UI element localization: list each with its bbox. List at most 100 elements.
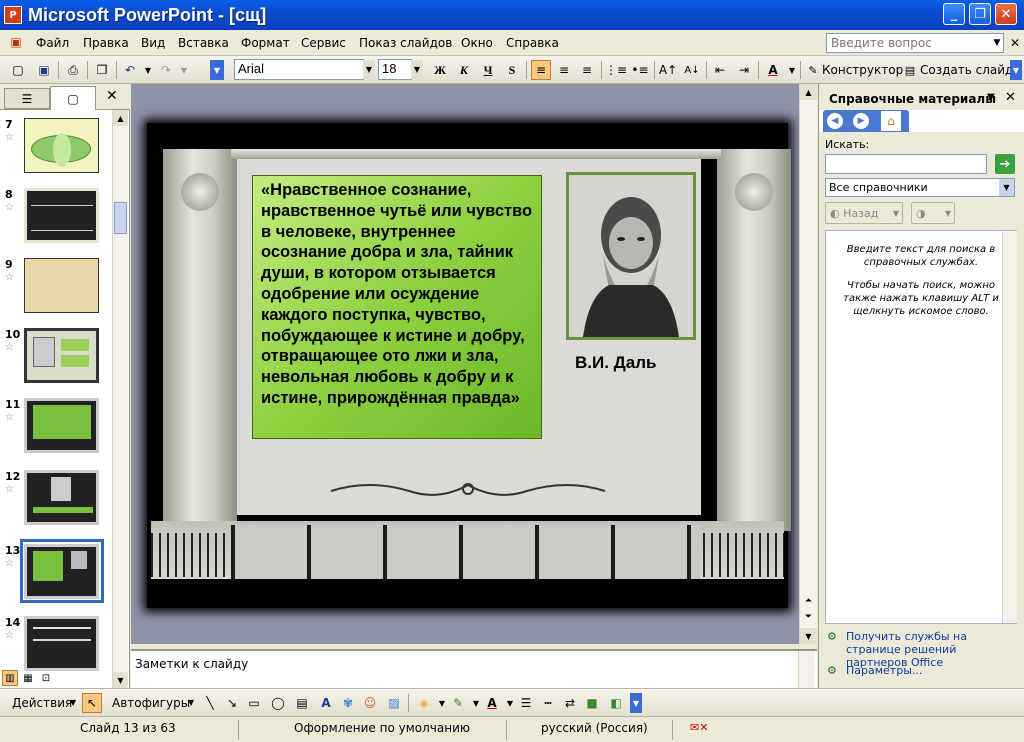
font-name-dropdown-icon[interactable]: ▼ [363, 60, 375, 79]
italic-button[interactable]: К [454, 60, 474, 80]
wordart-icon[interactable]: A [316, 693, 336, 713]
align-center-icon[interactable]: ≡ [554, 60, 574, 80]
start-search-icon[interactable]: ➔ [995, 154, 1015, 174]
tab-slides[interactable]: ▢ [50, 86, 96, 110]
align-left-icon[interactable]: ≡ [531, 60, 551, 80]
research-search-input[interactable] [825, 154, 987, 174]
forward-nav-icon[interactable]: ▶ [853, 113, 869, 129]
slideshow-icon[interactable]: ⊡ [38, 670, 54, 686]
notes-scrollbar[interactable] [798, 651, 815, 689]
menu-view[interactable]: Вид [141, 36, 165, 50]
slide-thumb-11[interactable]: 11 ☆ [0, 398, 112, 468]
redo-dropdown-icon[interactable]: ▼ [174, 60, 194, 80]
bullets-icon[interactable]: •≡ [630, 60, 650, 80]
scroll-down-icon[interactable]: ▼ [800, 628, 817, 644]
toolbar-options-icon[interactable]: ▼ [210, 60, 224, 80]
slide-thumb-10[interactable]: 10 ☆ [0, 328, 112, 398]
slide-thumb-8[interactable]: 8 ☆ [0, 188, 112, 258]
taskpane-close-icon[interactable]: ✕ [1005, 90, 1016, 105]
picture-icon[interactable]: ▨ [384, 693, 404, 713]
back-nav-icon[interactable]: ◀ [827, 113, 843, 129]
fill-color-icon[interactable]: ◈ [414, 693, 434, 713]
previous-slide-icon[interactable]: ⏶ [800, 594, 817, 608]
powerpoint-app-icon[interactable]: P [4, 6, 22, 24]
draw-font-color-icon[interactable]: A [482, 693, 502, 713]
menu-file[interactable]: Файл [36, 36, 69, 50]
new-icon[interactable]: ▢ [8, 60, 28, 80]
status-language[interactable]: русский (Россия) [541, 721, 648, 735]
redo-icon[interactable]: ↷ [156, 60, 176, 80]
font-size-select[interactable]: 18 [378, 59, 412, 80]
slide-scrollbar[interactable]: ▲ ⏶ ⏷ ▼ [799, 84, 817, 644]
actions-menu[interactable]: Действия [12, 696, 72, 710]
spelling-status-icon[interactable]: ✉✕ [690, 721, 708, 734]
close-pane-icon[interactable]: ✕ [106, 88, 118, 104]
menu-insert[interactable]: Вставка [178, 36, 229, 50]
slide-thumb-13[interactable]: 13 ☆ [0, 544, 112, 614]
decrease-indent-icon[interactable]: ⇤ [710, 60, 730, 80]
clipart-icon[interactable]: ☺ [360, 693, 380, 713]
maximize-button[interactable]: ❐ [969, 3, 991, 25]
decrease-font-icon[interactable]: A↓ [682, 60, 702, 80]
diagram-icon[interactable]: ✾ [338, 693, 358, 713]
reference-source-select[interactable]: Все справочники [825, 178, 1015, 197]
underline-button[interactable]: Ч [478, 60, 498, 80]
ask-dropdown-icon[interactable]: ▼ [990, 34, 1004, 52]
3d-style-icon[interactable]: ◧ [606, 693, 626, 713]
menu-help[interactable]: Справка [506, 36, 559, 50]
close-button[interactable]: ✕ [995, 3, 1017, 25]
source-dropdown-icon[interactable]: ▼ [999, 179, 1014, 196]
textbox-icon[interactable]: ▤ [292, 693, 312, 713]
document-icon[interactable]: ▣ [6, 32, 26, 52]
slides-scrollbar[interactable]: ▲ ▼ [112, 110, 128, 688]
print-icon[interactable]: ⎙ [63, 60, 83, 80]
shadow-style-icon[interactable]: ■ [582, 693, 602, 713]
menu-slideshow[interactable]: Показ слайдов [359, 36, 452, 50]
designer-button[interactable]: Конструктор [822, 63, 903, 77]
minimize-button[interactable]: _ [943, 3, 965, 25]
font-color-icon[interactable]: A [763, 60, 783, 80]
line-color-icon[interactable]: ✎ [448, 693, 468, 713]
autoshapes-menu[interactable]: Автофигуры [112, 696, 190, 710]
undo-dropdown-icon[interactable]: ▼ [138, 60, 158, 80]
menu-window[interactable]: Окно [461, 36, 493, 50]
select-pointer-icon[interactable]: ↖ [82, 693, 102, 713]
slide-thumb-9[interactable]: 9 ☆ [0, 258, 112, 328]
drawbar-options-icon[interactable]: ▼ [630, 693, 642, 713]
close-doc-icon[interactable]: ✕ [1010, 36, 1020, 50]
line-icon[interactable]: ╲ [200, 693, 220, 713]
dash-style-icon[interactable]: ┅ [538, 693, 558, 713]
toolbar-options-icon-2[interactable]: ▼ [1010, 60, 1022, 80]
next-slide-icon[interactable]: ⏷ [800, 610, 817, 624]
font-color-dropdown-icon[interactable]: ▼ [782, 60, 802, 80]
tab-outline[interactable]: ☰ [4, 88, 50, 109]
line-style-icon[interactable]: ☰ [516, 693, 536, 713]
new-slide-icon[interactable]: ▤ [900, 60, 920, 80]
align-right-icon[interactable]: ≡ [577, 60, 597, 80]
author-caption[interactable]: В.И. Даль [575, 353, 656, 373]
quote-textbox[interactable]: «Нравственное сознание, нравственное чут… [252, 175, 542, 439]
back-button[interactable]: ◐ Назад ▼ [825, 202, 903, 224]
menu-tools[interactable]: Сервис [301, 36, 346, 50]
copy-icon[interactable]: ❐ [92, 60, 112, 80]
forward-button[interactable]: ◑ ▼ [911, 202, 955, 224]
scroll-up-icon[interactable]: ▲ [800, 84, 817, 100]
font-size-dropdown-icon[interactable]: ▼ [411, 60, 423, 79]
arrow-style-icon[interactable]: ⇄ [560, 693, 580, 713]
ask-question-input[interactable]: Введите вопрос [826, 33, 1004, 53]
results-scrollbar[interactable] [1002, 231, 1017, 623]
scroll-down-icon[interactable]: ▼ [113, 672, 128, 688]
menu-edit[interactable]: Правка [83, 36, 129, 50]
taskpane-menu-icon[interactable]: ▼ [987, 92, 995, 103]
scroll-up-icon[interactable]: ▲ [113, 110, 128, 126]
increase-indent-icon[interactable]: ⇥ [734, 60, 754, 80]
new-slide-button[interactable]: Создать слайд [920, 63, 1013, 77]
bold-button[interactable]: Ж [430, 60, 450, 80]
slide-thumb-7[interactable]: 7 ☆ [0, 118, 112, 188]
shadow-button[interactable]: S [502, 60, 522, 80]
undo-icon[interactable]: ↶ [120, 60, 140, 80]
oval-icon[interactable]: ◯ [268, 693, 288, 713]
slide-thumb-12[interactable]: 12 ☆ [0, 470, 112, 540]
menu-format[interactable]: Формат [241, 36, 290, 50]
notes-pane[interactable]: Заметки к слайду [131, 649, 817, 689]
